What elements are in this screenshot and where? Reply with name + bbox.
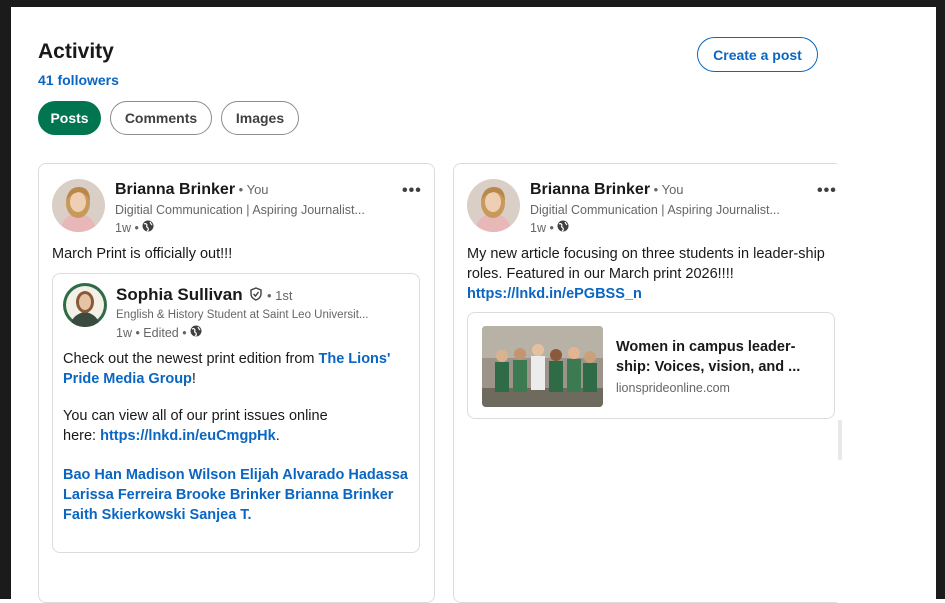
body-text: ! (191, 371, 196, 387)
scroll-edge-shadow (838, 420, 842, 460)
tab-comments[interactable]: Comments (110, 101, 212, 135)
post-author-name[interactable]: Brianna Brinker • You (530, 181, 684, 199)
post-card: Brianna Brinker • You Digitial Communica… (453, 163, 837, 603)
tagged-people-links[interactable]: Bao Han Madison Wilson Elijah Alvarado H… (63, 465, 413, 525)
post-meta: 1w • (115, 220, 154, 235)
post-time: 1w • (530, 220, 554, 235)
post-time: 1w • (115, 220, 139, 235)
more-options-icon[interactable]: ••• (817, 182, 837, 200)
article-title[interactable]: Women in campus leader-ship: Voices, vis… (616, 337, 816, 377)
shared-author-name[interactable]: Sophia Sullivan • 1st (116, 285, 292, 306)
tab-images[interactable]: Images (221, 101, 299, 135)
globe-icon (190, 325, 202, 340)
shared-post[interactable]: Sophia Sullivan • 1st English & History … (52, 273, 420, 553)
body-text: . (275, 428, 280, 444)
post-card: Brianna Brinker • You Digitial Communica… (38, 163, 435, 603)
you-tag: • You (235, 182, 269, 197)
window-frame-right (936, 0, 945, 599)
article-thumbnail (482, 326, 603, 407)
connection-degree: • 1st (263, 288, 293, 303)
shared-post-meta: 1w • Edited • (116, 325, 202, 340)
globe-icon (557, 220, 569, 235)
shared-post-time: 1w • Edited • (116, 325, 187, 340)
tab-posts[interactable]: Posts (38, 101, 101, 135)
shared-author-text: Sophia Sullivan (116, 285, 243, 304)
activity-title: Activity (38, 40, 114, 63)
followers-link[interactable]: 41 followers (38, 72, 119, 88)
avatar[interactable] (63, 283, 107, 327)
post-text: My new article focusing on three student… (467, 246, 825, 282)
author-headline: Digitial Communication | Aspiring Journa… (115, 203, 365, 217)
article-domain: lionsprideonline.com (616, 381, 730, 395)
verified-shield-icon (249, 286, 263, 306)
window-frame-top (0, 0, 945, 7)
avatar[interactable] (52, 179, 105, 232)
shared-post-body-2: You can view all of our print issues onl… (63, 406, 363, 446)
print-issues-link[interactable]: https://lnkd.in/euCmgpHk (100, 428, 276, 444)
window-frame-left (0, 0, 11, 599)
shared-post-body: Check out the newest print edition from … (63, 349, 403, 389)
post-text: March Print is officially out!!! (52, 246, 233, 262)
avatar[interactable] (467, 179, 520, 232)
body-text: Check out the newest print edition from (63, 351, 319, 367)
author-headline: Digitial Communication | Aspiring Journa… (530, 203, 780, 217)
link-preview-card[interactable]: Women in campus leader-ship: Voices, vis… (467, 312, 835, 419)
create-post-button[interactable]: Create a post (697, 37, 818, 72)
more-options-icon[interactable]: ••• (402, 182, 422, 200)
post-meta: 1w • (530, 220, 569, 235)
post-author-name[interactable]: Brianna Brinker • You (115, 181, 269, 199)
author-name-text: Brianna Brinker (530, 181, 651, 198)
article-link[interactable]: https://lnkd.in/ePGBSS_n (467, 284, 642, 304)
you-tag: • You (650, 182, 684, 197)
shared-author-headline: English & History Student at Saint Leo U… (116, 309, 369, 321)
globe-icon (142, 220, 154, 235)
author-name-text: Brianna Brinker (115, 181, 236, 198)
